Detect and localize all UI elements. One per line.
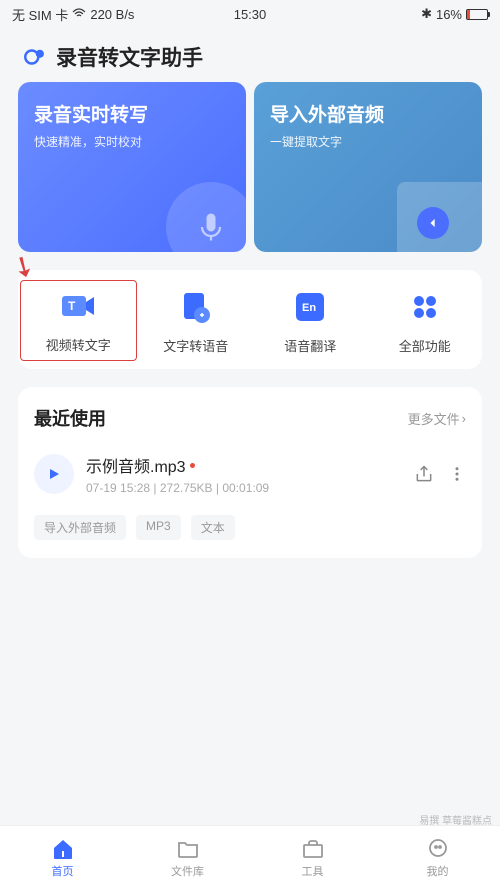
folder-icon [397,182,482,252]
chevron-right-icon: › [462,411,466,426]
grid-icon [404,286,446,328]
hero-subtitle: 快速精准，实时校对 [34,133,230,150]
more-files-label: 更多文件 [408,409,460,428]
battery-percent: 16% [436,7,462,22]
file-meta: 07-19 15:28 | 272.75KB | 00:01:09 [86,481,402,495]
feature-label: 语音翻译 [284,336,336,355]
hero-realtime-transcribe[interactable]: 录音实时转写 快速精准，实时校对 [18,82,246,252]
feature-text-to-speech[interactable]: 文字转语音 [139,282,254,359]
text-speech-icon [175,286,217,328]
hero-subtitle: 一键提取文字 [270,133,466,150]
tag[interactable]: 文本 [191,515,235,540]
file-name: 示例音频.mp3 [86,453,186,477]
hero-title: 导入外部音频 [270,100,466,127]
network-speed: 220 B/s [90,7,134,22]
more-icon[interactable] [448,465,466,483]
hero-import-audio[interactable]: 导入外部音频 一键提取文字 [254,82,482,252]
bottom-nav: 首页 文件库 工具 我的 [0,825,500,889]
app-title: 录音转文字助手 [56,42,203,72]
feature-voice-translate[interactable]: En 语音翻译 [253,282,368,359]
app-logo-icon [22,44,48,70]
bluetooth-icon: ✱ [421,6,432,22]
briefcase-icon [301,837,325,861]
svg-text:T: T [68,299,76,313]
microphone-icon [166,182,246,252]
feature-all[interactable]: 全部功能 [368,282,483,359]
new-indicator-icon [190,463,195,468]
video-text-icon: T [57,285,99,327]
tag[interactable]: 导入外部音频 [34,515,126,540]
nav-label: 首页 [52,863,74,879]
user-icon [426,837,450,861]
hero-cards: 录音实时转写 快速精准，实时校对 导入外部音频 一键提取文字 [0,82,500,252]
feature-row: T 视频转文字 文字转语音 En 语音翻译 全部功能 [18,270,482,369]
tag[interactable]: MP3 [136,515,181,540]
feature-label: 全部功能 [399,336,451,355]
translate-icon: En [289,286,331,328]
file-tags: 导入外部音频 MP3 文本 [34,515,466,540]
battery-icon [466,9,488,20]
nav-files[interactable]: 文件库 [125,826,250,889]
app-header: 录音转文字助手 [0,28,500,82]
sim-status: 无 SIM 卡 [12,5,68,24]
play-button[interactable] [34,454,74,494]
nav-profile[interactable]: 我的 [375,826,500,889]
feature-label: 文字转语音 [163,336,228,355]
recent-section: 最近使用 更多文件 › 示例音频.mp3 07-19 15:28 | 272.7… [18,387,482,558]
nav-tools[interactable]: 工具 [250,826,375,889]
share-icon[interactable] [414,464,434,484]
hero-title: 录音实时转写 [34,100,230,127]
more-files-link[interactable]: 更多文件 › [408,409,466,428]
play-icon [47,467,61,481]
svg-text:En: En [302,302,316,314]
feature-label: 视频转文字 [46,335,111,354]
nav-label: 工具 [302,863,324,879]
file-row[interactable]: 示例音频.mp3 07-19 15:28 | 272.75KB | 00:01:… [34,447,466,509]
feature-video-to-text[interactable]: T 视频转文字 [20,280,137,361]
status-bar: 无 SIM 卡 220 B/s 15:30 ✱ 16% [0,0,500,28]
wifi-icon [72,8,86,20]
recent-title: 最近使用 [34,405,106,431]
nav-label: 我的 [427,863,449,879]
nav-label: 文件库 [171,863,204,879]
clock: 15:30 [234,7,267,22]
home-icon [51,837,75,861]
nav-home[interactable]: 首页 [0,826,125,889]
folder-icon [176,837,200,861]
